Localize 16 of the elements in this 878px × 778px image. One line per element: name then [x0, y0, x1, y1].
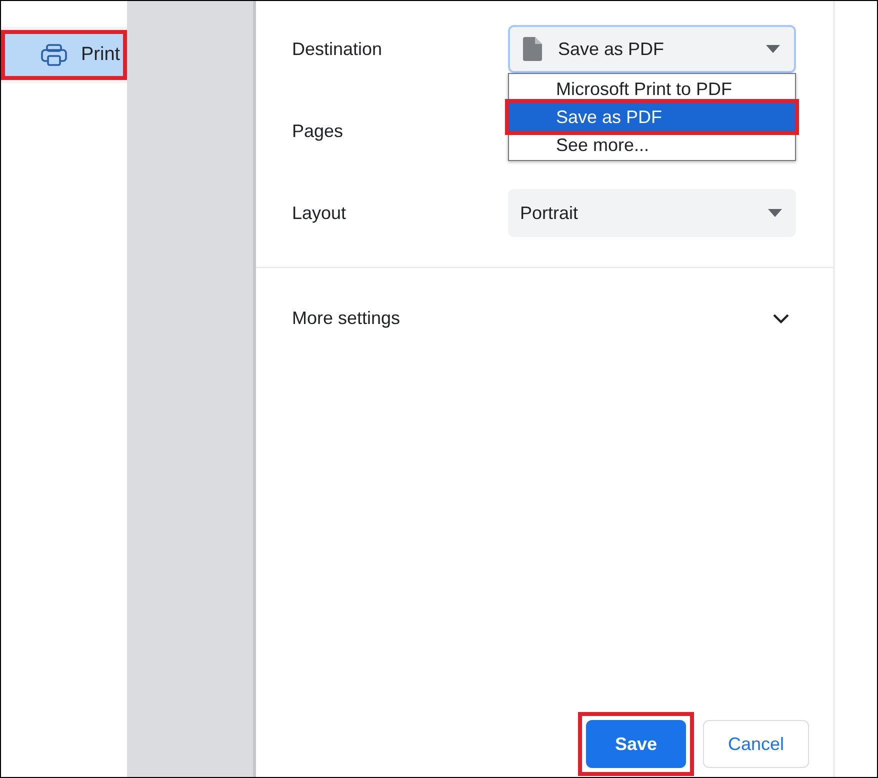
setting-label: Destination	[292, 38, 384, 60]
setting-label: Layout	[292, 202, 348, 224]
menu-item-label: Print	[81, 44, 120, 66]
setting-label: Pages	[292, 120, 344, 142]
print-menu-item[interactable]: Print	[1, 30, 127, 80]
file-icon	[522, 37, 542, 61]
select-field[interactable]: Save as PDF	[508, 25, 796, 73]
save-button[interactable]: Save	[586, 720, 686, 768]
dropdown-option[interactable]: Save as PDF	[509, 103, 795, 131]
cancel-button[interactable]: Cancel	[703, 720, 809, 768]
caret-icon	[768, 209, 782, 217]
chevron-icon[interactable]	[773, 314, 789, 324]
select-field[interactable]: Portrait	[508, 189, 796, 237]
caret-icon	[766, 45, 780, 53]
more-settings-label[interactable]: More settings	[292, 308, 400, 329]
printer-icon	[41, 44, 67, 66]
